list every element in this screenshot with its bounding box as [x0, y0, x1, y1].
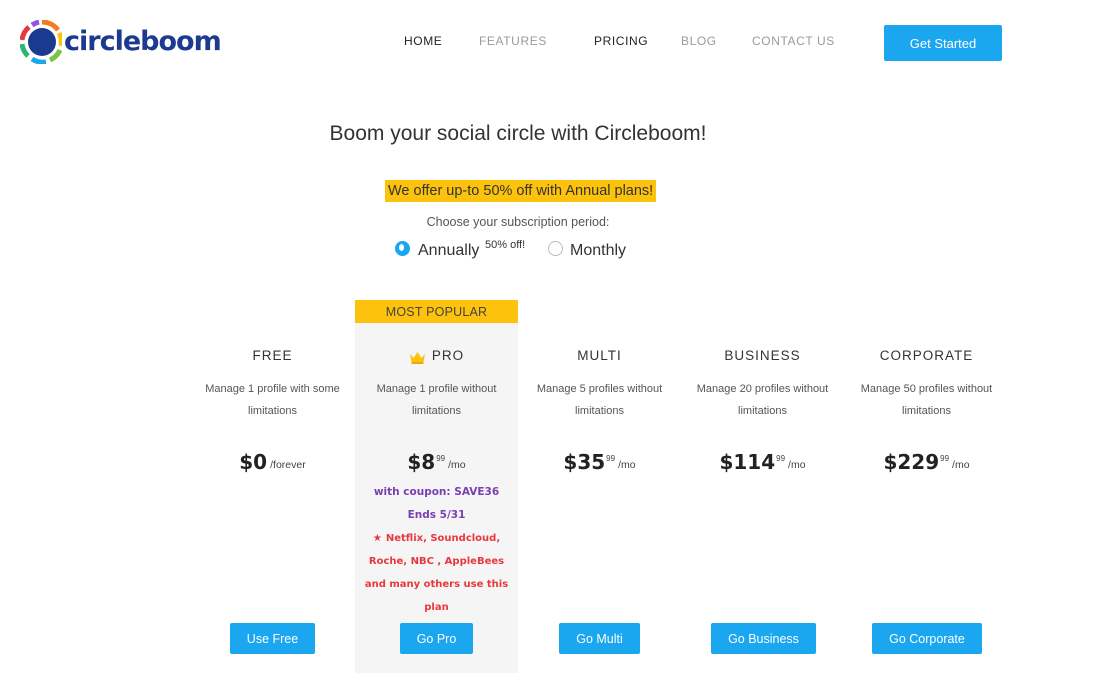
- price-cents: 99: [436, 454, 446, 463]
- price-cents: 99: [606, 454, 616, 463]
- plan-name: FREE: [252, 348, 293, 363]
- star-icon: ★: [372, 533, 382, 544]
- plan-description: Manage 1 profile without limitations: [376, 383, 497, 417]
- price-period: /mo: [448, 459, 466, 471]
- most-popular-badge: MOST POPULAR: [355, 300, 518, 323]
- plan-name: BUSINESS: [724, 348, 801, 363]
- plan-card-corporate: CORPORATE Manage 50 profiles without lim…: [845, 346, 1008, 475]
- plan-description: Manage 20 profiles without limitations: [696, 383, 829, 417]
- plan-price: $0 /forever: [191, 449, 354, 475]
- annual-discount-note: 50% off!: [485, 239, 526, 251]
- plan-price: $35 99 /mo: [518, 449, 681, 475]
- price-cents: 99: [776, 454, 786, 463]
- plan-card-multi: MULTI Manage 5 profiles without limitati…: [518, 346, 681, 475]
- customers-note: ★ Netflix, Soundcloud, Roche, NBC , Apple…: [355, 527, 518, 619]
- monthly-label[interactable]: Monthly: [570, 242, 626, 260]
- plan-name-row: PRO: [355, 346, 518, 366]
- price-period: /forever: [270, 459, 306, 471]
- price-amount: $229: [883, 450, 940, 474]
- coupon-expiry: Ends 5/31: [407, 509, 466, 521]
- nav-blog[interactable]: BLOG: [681, 34, 717, 48]
- plan-card-business: BUSINESS Manage 20 profiles without limi…: [681, 346, 844, 475]
- annually-label[interactable]: Annually: [418, 242, 479, 260]
- nav-features[interactable]: FEATURES: [479, 34, 547, 48]
- price-amount: $114: [719, 450, 776, 474]
- customers-note-text: Netflix, Soundcloud, Roche, NBC , AppleB…: [364, 533, 509, 613]
- page-title: Boom your social circle with Circleboom!: [329, 122, 707, 145]
- price-amount: $35: [563, 450, 606, 474]
- annually-radio[interactable]: [395, 241, 410, 256]
- monthly-radio[interactable]: [548, 241, 563, 256]
- price-period: /mo: [952, 459, 970, 471]
- plan-price: $8 99 /mo: [355, 449, 518, 475]
- nav-contact-us[interactable]: CONTACT US: [752, 34, 835, 48]
- price-amount: $0: [239, 450, 268, 474]
- plan-description: Manage 1 profile with some limitations: [205, 383, 340, 417]
- price-amount: $8: [407, 450, 436, 474]
- plan-name: CORPORATE: [879, 348, 974, 363]
- nav-pricing[interactable]: PRICING: [594, 34, 648, 48]
- plan-card-free: FREE Manage 1 profile with some limitati…: [191, 346, 354, 475]
- go-pro-button[interactable]: Go Pro: [400, 623, 473, 654]
- crown-icon: [409, 350, 426, 364]
- plan-name: MULTI: [577, 348, 622, 363]
- price-cents: 99: [940, 454, 950, 463]
- go-corporate-button[interactable]: Go Corporate: [872, 623, 982, 654]
- use-free-button[interactable]: Use Free: [230, 623, 315, 654]
- plan-name: PRO: [431, 348, 465, 363]
- nav-home[interactable]: HOME: [404, 34, 442, 48]
- annual-promo-banner: We offer up-to 50% off with Annual plans…: [385, 180, 657, 202]
- price-period: /mo: [618, 459, 636, 471]
- plan-description: Manage 5 profiles without limitations: [536, 383, 663, 417]
- coupon-code: with coupon: SAVE36: [373, 486, 500, 498]
- subscription-period-label: Choose your subscription period:: [426, 215, 610, 229]
- go-multi-button[interactable]: Go Multi: [559, 623, 640, 654]
- get-started-button[interactable]: Get Started: [884, 25, 1002, 61]
- price-period: /mo: [788, 459, 806, 471]
- plan-price: $229 99 /mo: [845, 449, 1008, 475]
- plan-description: Manage 50 profiles without limitations: [860, 383, 993, 417]
- plan-price: $114 99 /mo: [681, 449, 844, 475]
- go-business-button[interactable]: Go Business: [711, 623, 816, 654]
- plan-card-pro: PRO Manage 1 profile without limitations…: [355, 346, 518, 619]
